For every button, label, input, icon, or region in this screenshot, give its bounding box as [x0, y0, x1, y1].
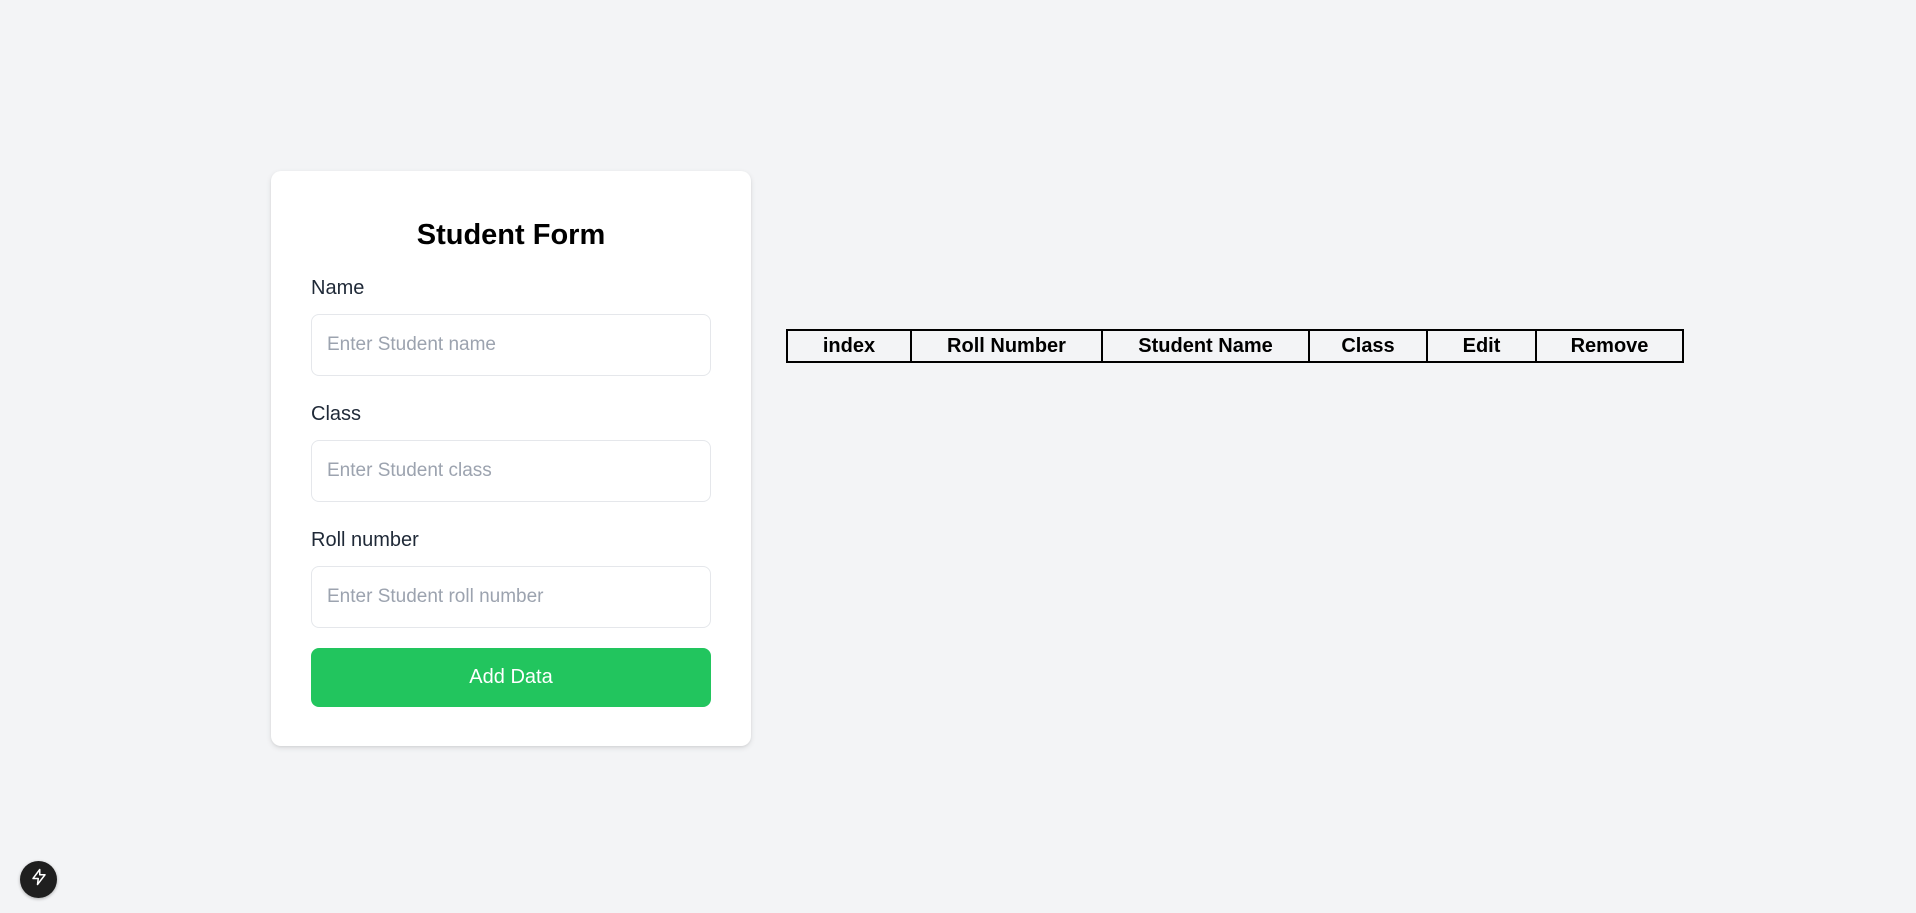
class-label: Class — [311, 403, 362, 425]
header-index: index — [786, 329, 912, 363]
roll-number-label: Roll number — [311, 529, 419, 551]
header-student-name: Student Name — [1101, 329, 1310, 363]
header-remove: Remove — [1535, 329, 1684, 363]
form-title: Student Form — [416, 219, 606, 251]
roll-number-input[interactable] — [311, 566, 711, 628]
name-input[interactable] — [311, 314, 711, 376]
table-header-row: index Roll Number Student Name Class Edi… — [786, 329, 1684, 363]
student-form-card: Student Form Name Class Roll number Add … — [271, 171, 751, 746]
header-class: Class — [1308, 329, 1428, 363]
dev-tools-badge[interactable] — [20, 861, 57, 898]
lightning-bolt-icon — [30, 868, 48, 891]
name-label: Name — [311, 277, 365, 299]
add-data-button[interactable]: Add Data — [311, 648, 711, 707]
header-edit: Edit — [1426, 329, 1537, 363]
class-input[interactable] — [311, 440, 711, 502]
header-roll-number: Roll Number — [910, 329, 1103, 363]
student-table: index Roll Number Student Name Class Edi… — [786, 329, 1684, 363]
